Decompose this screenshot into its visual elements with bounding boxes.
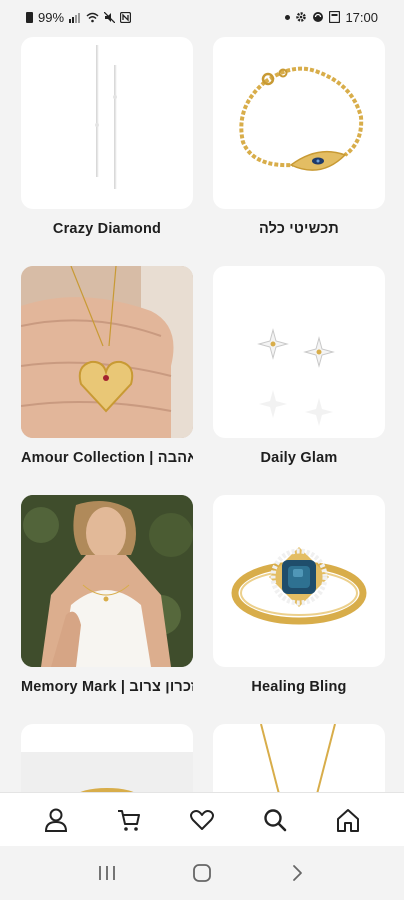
collection-title: תכשיטי כלה	[258, 221, 340, 237]
recent-apps-button[interactable]	[87, 853, 127, 893]
search-icon	[264, 808, 287, 831]
status-bar: 99% 17:00	[0, 0, 404, 34]
bottom-nav	[0, 792, 404, 846]
collection-title: Daily Glam	[260, 450, 338, 466]
cart-button[interactable]	[109, 800, 149, 840]
star-earrings-image	[213, 266, 385, 438]
recent-apps-icon	[99, 866, 116, 880]
system-home-button[interactable]	[182, 853, 222, 893]
model-necklace-image	[21, 495, 193, 667]
collection-title: Amour Collection | אהבה	[21, 450, 193, 466]
wishlist-button[interactable]	[182, 800, 222, 840]
account-icon	[45, 808, 68, 832]
collection-card[interactable]: Healing Bling	[213, 495, 385, 695]
settings-icon	[296, 12, 307, 22]
collection-title: Memory Mark | זכרון צרוב	[21, 679, 193, 695]
battery-icon	[26, 11, 33, 23]
message-icon	[329, 11, 341, 23]
sync-icon	[313, 12, 324, 22]
collection-card[interactable]: Amour Collection | אהבה	[21, 266, 193, 466]
home-button[interactable]	[328, 800, 368, 840]
search-button[interactable]	[255, 800, 295, 840]
collection-card[interactable]: תכשיטי כלה	[213, 37, 385, 237]
heart-necklace-image	[21, 266, 193, 438]
signal-icon	[69, 12, 81, 23]
back-icon	[292, 865, 302, 881]
collection-card[interactable]: Daily Glam	[213, 266, 385, 466]
mute-icon	[104, 11, 116, 23]
collection-card[interactable]: Memory Mark | זכרון צרוב	[21, 495, 193, 695]
status-left: 99%	[26, 9, 132, 25]
battery-percent: 99%	[38, 9, 65, 25]
blue-stone-ring-image	[213, 495, 385, 667]
collection-card[interactable]: Crazy Diamond	[21, 37, 193, 237]
collection-title: Healing Bling	[251, 679, 347, 695]
back-button[interactable]	[277, 853, 317, 893]
collection-title: Crazy Diamond	[52, 221, 162, 237]
account-button[interactable]	[36, 800, 76, 840]
home-button-icon	[193, 864, 211, 882]
eye-bracelet-image	[213, 37, 385, 209]
clock: 17:00	[345, 9, 378, 25]
status-right: 17:00	[285, 10, 378, 25]
home-icon	[336, 808, 359, 832]
notification-dot	[285, 14, 291, 20]
nfc-icon	[120, 11, 132, 23]
wifi-icon	[86, 12, 99, 22]
wishlist-icon	[189, 809, 214, 830]
system-nav	[0, 846, 404, 900]
cart-icon	[118, 809, 141, 831]
drop-earrings-image	[21, 37, 193, 209]
